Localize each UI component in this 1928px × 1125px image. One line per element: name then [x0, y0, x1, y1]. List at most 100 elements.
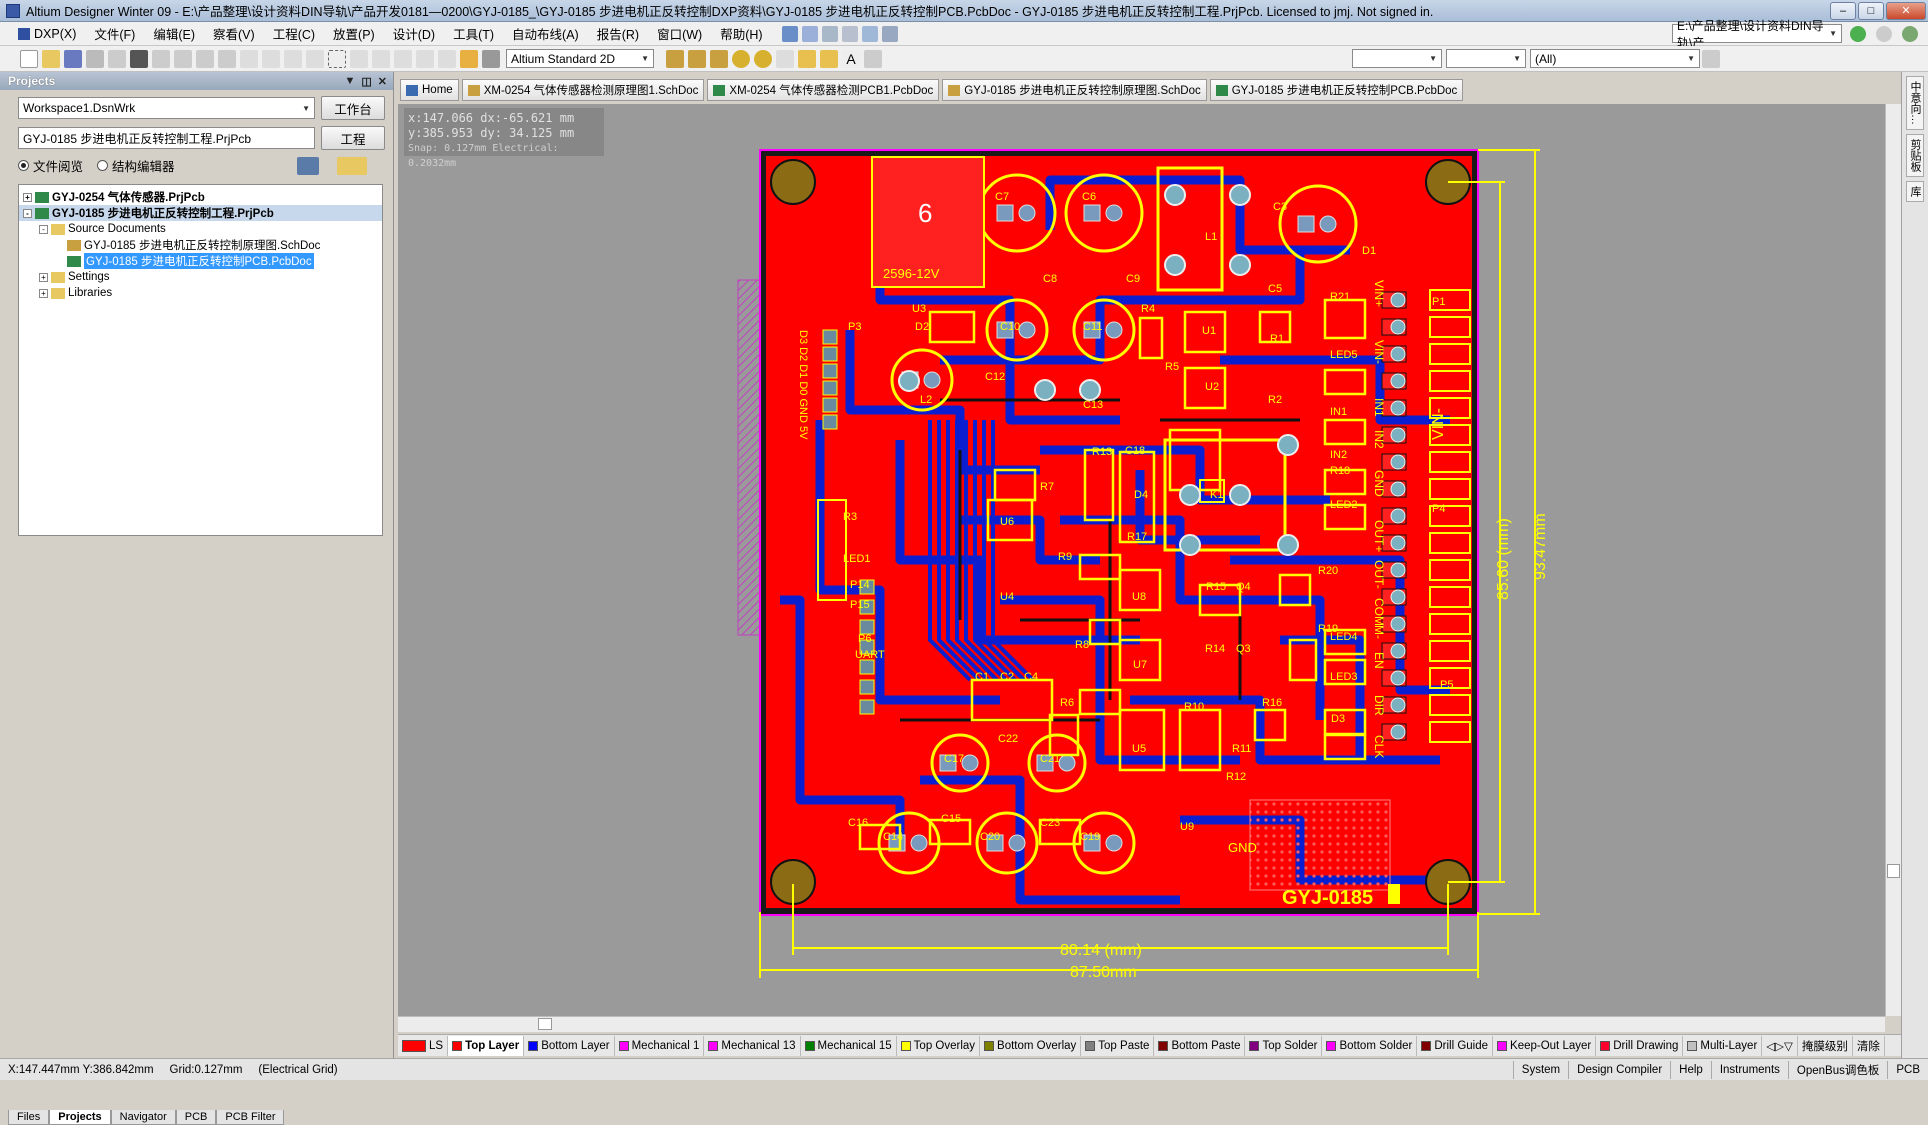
- layer-combo-1[interactable]: ▼: [1352, 49, 1442, 68]
- header-pin[interactable]: [822, 346, 838, 362]
- status-panel-button[interactable]: System: [1512, 1060, 1568, 1079]
- menu-item[interactable]: 设计(D): [384, 24, 444, 43]
- path-combo[interactable]: E:\产品整理\设计资料DIN导轨\产 ▼: [1672, 19, 1842, 50]
- component-label[interactable]: C17: [944, 753, 964, 765]
- component-label[interactable]: R5: [1165, 361, 1179, 373]
- component-label[interactable]: D2: [915, 321, 929, 333]
- connector-pin-label[interactable]: EN: [1372, 652, 1386, 669]
- panel-tab[interactable]: Navigator: [110, 1110, 176, 1125]
- connector-pin-label[interactable]: IN1: [1372, 398, 1386, 417]
- header-pin[interactable]: [822, 380, 838, 396]
- through-hole-pad[interactable]: [1277, 434, 1299, 456]
- through-hole-pad[interactable]: [1179, 484, 1201, 506]
- component-label[interactable]: C20: [980, 831, 1000, 843]
- component-label[interactable]: C9: [1126, 273, 1140, 285]
- route-diff-icon[interactable]: [688, 49, 706, 68]
- component-label[interactable]: R17: [1127, 531, 1147, 543]
- expand-icon[interactable]: +: [39, 272, 48, 282]
- layer-tab[interactable]: Top Solder: [1245, 1035, 1323, 1056]
- header-pin[interactable]: [859, 619, 875, 635]
- panel-folder-icon[interactable]: [336, 156, 367, 175]
- close-button[interactable]: ✕: [1886, 1, 1926, 20]
- menu-dxp[interactable]: DXP(X): [0, 27, 85, 41]
- menu-item[interactable]: 窗口(W): [648, 24, 711, 43]
- layer-tab[interactable]: Bottom Paste: [1154, 1035, 1246, 1056]
- component-label[interactable]: C6: [1082, 191, 1096, 203]
- tree-item[interactable]: - GYJ-0185 步进电机正反转控制工程.PrjPcb: [19, 205, 382, 221]
- zoom-filter-icon[interactable]: [218, 49, 236, 68]
- board-name-label[interactable]: GYJ-0185: [1282, 887, 1373, 909]
- terminal-hole[interactable]: [1390, 697, 1406, 713]
- component-label[interactable]: C21: [1040, 753, 1060, 765]
- component-label[interactable]: P6: [858, 633, 871, 645]
- menu-item[interactable]: 放置(P): [324, 24, 384, 43]
- hscroll-thumb[interactable]: [538, 1018, 552, 1030]
- board-marker[interactable]: [1388, 884, 1400, 904]
- component-label[interactable]: C15: [941, 813, 961, 825]
- panel-close-icon[interactable]: ✕: [378, 75, 387, 88]
- zoom-select-icon[interactable]: [196, 49, 214, 68]
- through-hole-pad[interactable]: [898, 370, 920, 392]
- component-label[interactable]: C3: [1273, 201, 1287, 213]
- layer-tab[interactable]: Drill Drawing: [1596, 1035, 1684, 1056]
- side-panel-tab[interactable]: 剪贴板: [1906, 134, 1924, 177]
- tree-item[interactable]: - Source Documents: [19, 221, 382, 237]
- component-label[interactable]: R21: [1330, 291, 1350, 303]
- component-label[interactable]: P5: [1440, 679, 1453, 691]
- panel-tab[interactable]: PCB Filter: [216, 1110, 285, 1125]
- layer-tab[interactable]: Multi-Layer: [1683, 1035, 1763, 1056]
- zoom-area-icon[interactable]: [174, 49, 192, 68]
- component-label[interactable]: U3: [912, 303, 926, 315]
- component-label[interactable]: R7: [1040, 481, 1054, 493]
- maximize-button[interactable]: □: [1858, 1, 1884, 20]
- layer-tab[interactable]: Top Paste: [1081, 1035, 1155, 1056]
- header-pin[interactable]: [859, 699, 875, 715]
- menu-item[interactable]: 帮助(H): [711, 24, 771, 43]
- panel-tab[interactable]: Projects: [49, 1110, 111, 1125]
- component-label[interactable]: R13: [1092, 446, 1112, 458]
- tree-item[interactable]: + Settings: [19, 269, 382, 285]
- ground-via-array[interactable]: [1249, 799, 1391, 891]
- place-component-icon[interactable]: [864, 49, 882, 68]
- layer-tab[interactable]: Top Layer: [448, 1035, 525, 1056]
- view-mode-combo[interactable]: Altium Standard 2D ▼: [506, 49, 654, 68]
- terminal-hole[interactable]: [1390, 562, 1406, 578]
- through-hole-pad[interactable]: [1229, 184, 1251, 206]
- connector-pin-label[interactable]: IN2: [1372, 430, 1386, 449]
- status-panel-button[interactable]: OpenBus调色板: [1787, 1060, 1887, 1079]
- status-panel-button[interactable]: Design Compiler: [1568, 1060, 1670, 1079]
- expand-icon[interactable]: +: [39, 288, 48, 298]
- project-button[interactable]: 工程: [321, 126, 385, 150]
- capacitor-pad[interactable]: [1297, 215, 1315, 233]
- through-hole-pad[interactable]: [1277, 534, 1299, 556]
- component-label[interactable]: UART: [855, 649, 885, 661]
- through-hole-pad[interactable]: [1079, 379, 1101, 401]
- rubber-stamp-icon[interactable]: [306, 49, 324, 68]
- component-label[interactable]: D3: [1331, 713, 1345, 725]
- terminal-hole[interactable]: [1390, 616, 1406, 632]
- component-label[interactable]: C7: [995, 191, 1009, 203]
- component-label[interactable]: R2: [1268, 394, 1282, 406]
- component-label[interactable]: C1: [975, 671, 989, 683]
- component-label[interactable]: C13: [1083, 399, 1103, 411]
- status-panel-button[interactable]: PCB: [1887, 1060, 1928, 1079]
- capacitor-pad[interactable]: [1319, 215, 1337, 233]
- component-label[interactable]: P3: [848, 321, 861, 333]
- expand-icon[interactable]: +: [23, 192, 32, 202]
- component-label[interactable]: C19: [1080, 831, 1100, 843]
- component-label[interactable]: C11: [1083, 321, 1102, 333]
- capacitor-pad[interactable]: [1105, 321, 1123, 339]
- place-pad-icon[interactable]: [732, 49, 750, 68]
- terminal-hole[interactable]: [1390, 373, 1406, 389]
- panel-menu-icon[interactable]: ▼: [344, 75, 355, 88]
- place-polygon-icon[interactable]: [820, 49, 838, 68]
- layer-scroll-arrows[interactable]: ◁▷▽: [1762, 1035, 1798, 1056]
- component-label[interactable]: U5: [1132, 743, 1146, 755]
- through-hole-pad[interactable]: [1164, 184, 1186, 206]
- terminal-hole[interactable]: [1390, 400, 1406, 416]
- menu-item[interactable]: 工程(C): [264, 24, 324, 43]
- place-fill-icon[interactable]: [798, 49, 816, 68]
- layer-tab[interactable]: Bottom Solder: [1322, 1035, 1418, 1056]
- terminal-hole[interactable]: [1390, 508, 1406, 524]
- utility-tool-icon[interactable]: [841, 25, 858, 42]
